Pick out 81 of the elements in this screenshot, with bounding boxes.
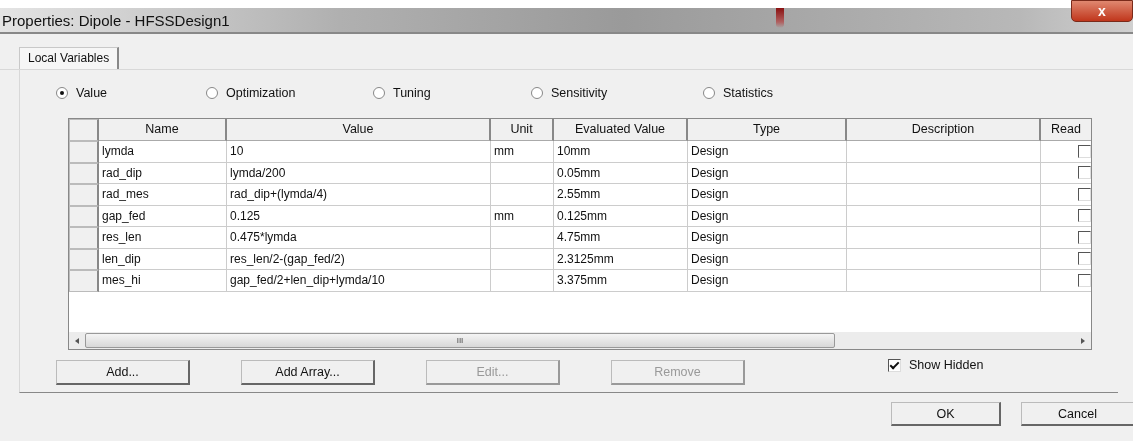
table-cell: 0.125mm (554, 205, 688, 227)
row-header[interactable] (69, 205, 99, 227)
action-button[interactable]: Add Array... (241, 360, 375, 385)
row-header[interactable] (69, 184, 99, 206)
table-cell: 10 (227, 141, 491, 163)
header-corner[interactable] (69, 119, 99, 141)
table-cell: Design (688, 162, 847, 184)
radio-label: Sensitivity (551, 86, 608, 100)
scroll-left-icon[interactable] (73, 336, 81, 345)
scroll-thumb[interactable]: III (85, 333, 835, 348)
pin-mark (776, 8, 784, 28)
column-header[interactable]: Value (227, 119, 491, 141)
row-header[interactable] (69, 162, 99, 184)
column-header[interactable]: Description (847, 119, 1041, 141)
checkbox[interactable] (1078, 230, 1091, 244)
checkbox[interactable] (1078, 144, 1091, 158)
table-cell: Design (688, 141, 847, 163)
table-cell: mm (491, 141, 554, 163)
table-cell: rad_mes (99, 184, 227, 206)
table-cell: Design (688, 248, 847, 270)
radio-label: Statistics (723, 86, 773, 100)
close-button[interactable]: x (1071, 0, 1133, 22)
table-cell: 3.375mm (554, 270, 688, 292)
table-cell: Design (688, 205, 847, 227)
table-cell: 2.55mm (554, 184, 688, 206)
table-cell: len_dip (99, 248, 227, 270)
radio-button[interactable] (56, 87, 68, 99)
table-cell: mes_hi (99, 270, 227, 292)
table-cell: 0.475*lymda (227, 227, 491, 249)
row-header[interactable] (69, 270, 99, 292)
column-header[interactable]: Type (688, 119, 847, 141)
row-header[interactable] (69, 141, 99, 163)
radio-button[interactable] (703, 87, 715, 99)
table-cell: lymda (99, 141, 227, 163)
checkbox[interactable] (1078, 166, 1091, 180)
table-cell: gap_fed/2+len_dip+lymda/10 (227, 270, 491, 292)
table-cell: Design (688, 227, 847, 249)
radio-label: Tuning (393, 86, 431, 100)
radio-button[interactable] (531, 87, 543, 99)
empty-cell (491, 184, 554, 206)
checkbox-label: Show Hidden (909, 358, 984, 372)
dialog-button[interactable]: Cancel (1021, 402, 1133, 426)
radio-button[interactable] (206, 87, 218, 99)
table-cell: rad_dip (99, 162, 227, 184)
column-header[interactable]: Read (1041, 119, 1091, 141)
table-cell: lymda/200 (227, 162, 491, 184)
dialog-button[interactable]: OK (891, 402, 1001, 426)
table-cell: 2.3125mm (554, 248, 688, 270)
column-header[interactable]: Unit (491, 119, 554, 141)
column-header[interactable]: Name (99, 119, 227, 141)
radio-label: Value (76, 86, 108, 100)
horizontal-scrollbar[interactable]: III (69, 332, 1091, 349)
checkbox[interactable] (1078, 209, 1091, 223)
table-cell: 10mm (554, 141, 688, 163)
table-cell: 0.05mm (554, 162, 688, 184)
action-button[interactable]: Add... (56, 360, 190, 385)
radio-button[interactable] (373, 87, 385, 99)
table-cell: res_len/2-(gap_fed/2) (227, 248, 491, 270)
checkbox[interactable] (888, 358, 901, 372)
row-header[interactable] (69, 227, 99, 249)
empty-cell (491, 270, 554, 292)
column-header[interactable]: Evaluated Value (554, 119, 688, 141)
row-header[interactable] (69, 248, 99, 270)
tab[interactable]: Local Variables (19, 47, 120, 69)
table-cell: mm (491, 205, 554, 227)
table-cell: 0.125 (227, 205, 491, 227)
empty-cell (491, 248, 554, 270)
table-cell: gap_fed (99, 205, 227, 227)
table-cell: rad_dip+(lymda/4) (227, 184, 491, 206)
checkbox[interactable] (1078, 187, 1091, 201)
empty-cell (491, 162, 554, 184)
checkbox[interactable] (1078, 252, 1091, 266)
window-title: Properties: Dipole - HFSSDesign1 (1, 11, 230, 29)
table-cell: Design (688, 270, 847, 292)
checkbox[interactable] (1078, 273, 1091, 287)
table-cell: res_len (99, 227, 227, 249)
radio-label: Optimization (226, 86, 296, 100)
empty-cell (491, 227, 554, 249)
table-cell: Design (688, 184, 847, 206)
scroll-right-icon[interactable] (1079, 336, 1087, 345)
table-cell: 4.75mm (554, 227, 688, 249)
